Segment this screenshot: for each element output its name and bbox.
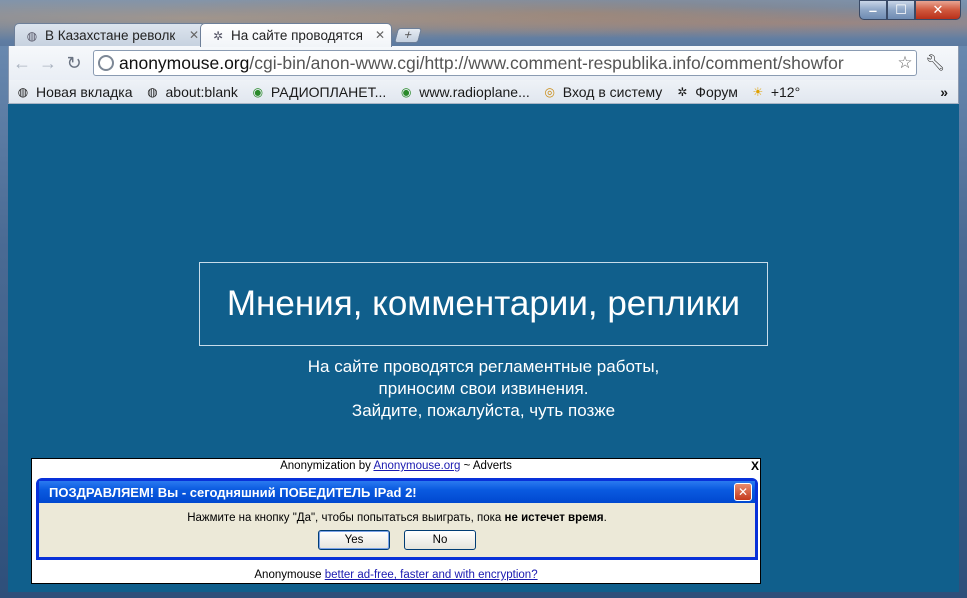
dialog-title: ПОЗДРАВЛЯЕМ! Вы - сегодняшний ПОБЕДИТЕЛЬ…	[49, 484, 417, 500]
dialog-titlebar: ПОЗДРАВЛЯЕМ! Вы - сегодняшний ПОБЕДИТЕЛЬ…	[39, 481, 755, 503]
tab-close-icon[interactable]: ✕	[375, 28, 385, 42]
tab-title: На сайте проводятся	[231, 28, 363, 43]
forum-icon: ✲	[677, 84, 688, 99]
forward-icon[interactable]: →	[35, 50, 61, 76]
url-text[interactable]: anonymouse.org/cgi-bin/anon-www.cgi/http…	[119, 53, 844, 74]
yes-button[interactable]: Yes	[318, 530, 390, 550]
bookmark-item[interactable]: ◉ www.radioplane...	[398, 84, 530, 100]
globe-icon: ◍	[26, 29, 38, 43]
window-controls: ‒ ☐ ✕	[859, 0, 961, 20]
bookmark-star-icon[interactable]: ☆	[894, 53, 916, 73]
ad-header: Anonymization by Anonymouse.org ~ Advert…	[32, 459, 760, 475]
bookmark-item[interactable]: ◍ Новая вкладка	[15, 84, 133, 100]
bookmarks-bar: ◍ Новая вкладка ◍ about:blank ◉ РАДИОПЛАНЕТ…	[8, 80, 959, 104]
dialog-message-prefix: Нажмите на кнопку "Да", чтобы попытаться…	[187, 512, 505, 524]
login-icon: ◎	[544, 84, 555, 99]
ad-banner: Anonymization by Anonymouse.org ~ Advert…	[31, 458, 761, 584]
tab-kazakhstan[interactable]: ◍ В Казахстане револк ✕	[14, 23, 206, 47]
maximize-button[interactable]: ☐	[887, 0, 915, 20]
tab-title: В Казахстане револк	[45, 28, 176, 43]
ad-header-prefix: Anonymization by	[280, 460, 374, 472]
bookmark-label: РАДИОПЛАНЕТ...	[270, 83, 387, 100]
bookmark-item[interactable]: ☀ +12°	[750, 84, 800, 100]
bookmark-item[interactable]: ◎ Вход в систему	[542, 84, 663, 100]
no-button[interactable]: No	[404, 530, 476, 550]
tab-maintenance[interactable]: ✲ На сайте проводятся ✕	[200, 23, 392, 47]
bookmark-label: Вход в систему	[562, 83, 663, 100]
radio-icon: ◉	[401, 84, 412, 99]
ad-header-suffix: ~ Adverts	[460, 460, 512, 472]
fake-dialog-ad[interactable]: ПОЗДРАВЛЯЕМ! Вы - сегодняшний ПОБЕДИТЕЛЬ…	[36, 478, 758, 560]
dialog-buttons: Yes No	[39, 530, 755, 550]
bookmark-item[interactable]: ✲ Форум	[674, 84, 738, 100]
ad-footer: Anonymouse better ad-free, faster and wi…	[32, 568, 760, 583]
notice-line: Зайдите, пожалуйста, чуть позже	[351, 401, 616, 420]
minimize-button[interactable]: ‒	[859, 0, 887, 20]
weather-icon: ☀	[752, 84, 764, 99]
dialog-close-icon[interactable]: ✕	[734, 483, 752, 501]
browser-window: ‒ ☐ ✕ ◍ В Казахстане револк ✕ ✲ На сайте…	[0, 0, 967, 598]
reload-icon[interactable]: ↻	[61, 50, 87, 76]
page-title: Мнения, комментарии, реплики	[199, 262, 768, 346]
browser-toolbar: ← → ↻ anonymouse.org/cgi-bin/anon-www.cg…	[8, 46, 959, 80]
close-window-button[interactable]: ✕	[915, 0, 961, 20]
maintenance-notice: На сайте проводятся регламентные работы,…	[199, 356, 768, 422]
tab-close-icon[interactable]: ✕	[189, 28, 199, 42]
bookmark-label: www.radioplane...	[419, 83, 530, 100]
bookmark-item[interactable]: ◉ РАДИОПЛАНЕТ...	[250, 83, 387, 100]
address-bar[interactable]: anonymouse.org/cgi-bin/anon-www.cgi/http…	[93, 50, 917, 76]
ad-free-link[interactable]: better ad-free, faster and with encrypti…	[325, 569, 538, 581]
wrench-icon[interactable]: 🔧︎	[925, 53, 945, 73]
radio-icon: ◉	[252, 84, 264, 99]
dialog-message-suffix: .	[603, 512, 607, 524]
bookmark-label: about:blank	[165, 83, 238, 100]
page-content: Мнения, комментарии, реплики На сайте пр…	[8, 104, 959, 592]
page-globe-icon	[98, 55, 114, 71]
globe-icon: ◍	[17, 84, 29, 99]
bookmark-label: Новая вкладка	[36, 83, 133, 100]
ad-close-button[interactable]: X	[751, 459, 759, 474]
notice-line: приносим свои извинения.	[378, 379, 589, 398]
dialog-message-bold: не истечет время	[504, 512, 604, 524]
bookmarks-more-icon[interactable]: »	[940, 84, 948, 100]
new-tab-button[interactable]: +	[393, 27, 423, 43]
globe-icon: ◍	[147, 84, 158, 99]
bookmark-label: Форум	[695, 83, 738, 100]
ad-footer-prefix: Anonymouse	[254, 569, 325, 581]
back-icon[interactable]: ←	[9, 50, 35, 76]
tab-strip: ◍ В Казахстане револк ✕ ✲ На сайте прово…	[14, 23, 423, 47]
url-path: /cgi-bin/anon-www.cgi/http://www.comment…	[249, 52, 844, 73]
anonymouse-link[interactable]: Anonymouse.org	[373, 460, 460, 472]
url-domain: anonymouse.org	[119, 52, 250, 73]
bookmark-label: +12°	[770, 83, 801, 100]
dialog-message: Нажмите на кнопку "Да", чтобы попытаться…	[39, 512, 755, 524]
notice-line: На сайте проводятся регламентные работы,	[307, 357, 660, 376]
site-icon: ✲	[212, 29, 224, 43]
bookmark-item[interactable]: ◍ about:blank	[145, 84, 238, 100]
